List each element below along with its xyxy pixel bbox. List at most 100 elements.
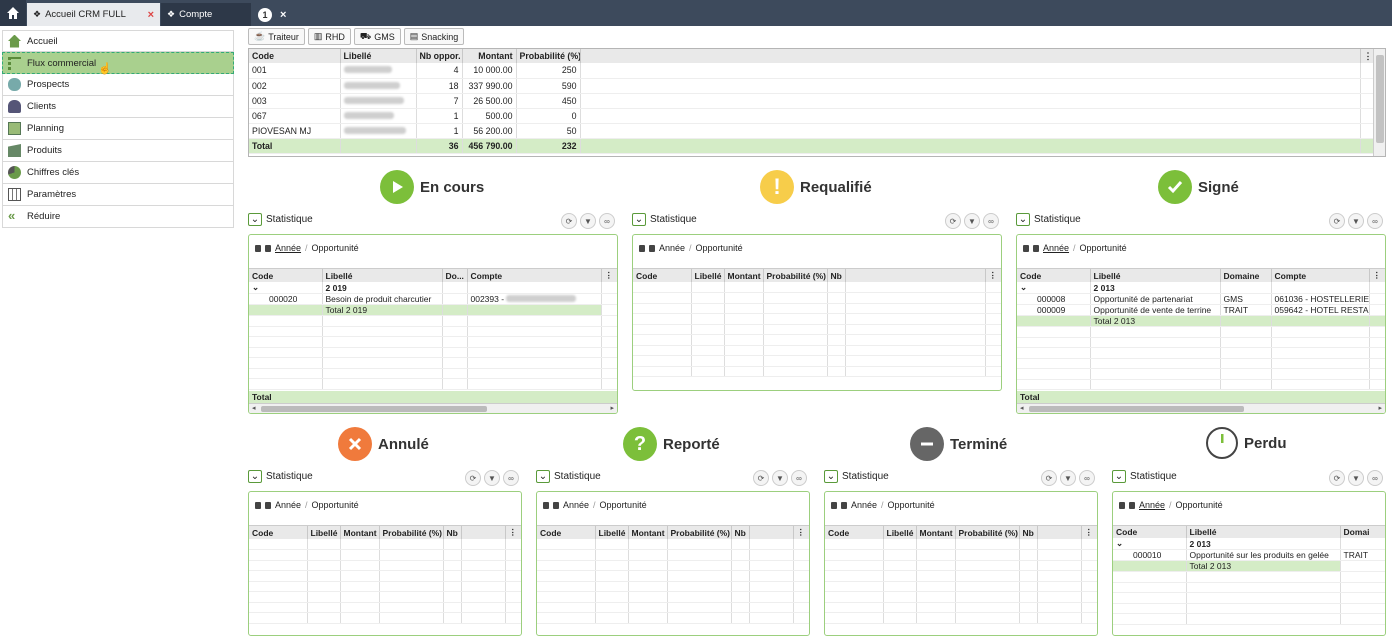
link-icon[interactable]: ∞: [1367, 213, 1383, 229]
column-menu-icon[interactable]: ⋮: [1081, 526, 1097, 539]
link-icon[interactable]: ∞: [1367, 470, 1383, 486]
close-all-icon[interactable]: ×: [280, 9, 286, 21]
group-row[interactable]: ⌄ 2 013: [1017, 282, 1385, 294]
col-montant[interactable]: Montant: [340, 526, 380, 539]
col-code[interactable]: Code: [537, 526, 596, 539]
col-libelle[interactable]: Libellé: [1186, 526, 1341, 538]
filter-icon[interactable]: ▼: [1060, 470, 1076, 486]
chevron-down-icon[interactable]: ⌄: [1017, 282, 1091, 294]
sidebar-item-clients[interactable]: Clients: [2, 96, 234, 118]
expand-icon[interactable]: [1119, 501, 1125, 509]
chevron-down-icon[interactable]: ⌄: [632, 213, 646, 226]
collapse-icon[interactable]: [649, 244, 655, 252]
col-domaine[interactable]: Do...: [442, 269, 468, 282]
horizontal-scrollbar[interactable]: ◂ ▸: [249, 403, 617, 413]
refresh-icon[interactable]: ⟳: [1329, 470, 1345, 486]
table-row[interactable]: PIOVESAN MJ 1 56 200.00 50: [249, 123, 1376, 139]
link-icon[interactable]: ∞: [503, 470, 519, 486]
close-tab-icon[interactable]: ×: [148, 9, 154, 21]
chevron-down-icon[interactable]: ⌄: [824, 470, 838, 483]
expand-icon[interactable]: [639, 244, 645, 252]
nav-opportunite[interactable]: Opportunité: [888, 500, 935, 510]
filter-gms-button[interactable]: ⛟ GMS: [353, 28, 401, 45]
col-code[interactable]: Code: [1017, 269, 1091, 282]
table-row[interactable]: 067 1 500.00 0: [249, 108, 1376, 124]
sidebar-item-chiffres-cles[interactable]: Chiffres clés: [2, 162, 234, 184]
link-icon[interactable]: ∞: [791, 470, 807, 486]
expand-icon[interactable]: [255, 501, 261, 509]
scroll-thumb[interactable]: [1376, 55, 1384, 143]
sidebar-item-planning[interactable]: Planning: [2, 118, 234, 140]
filter-icon[interactable]: ▼: [580, 213, 596, 229]
nav-opportunite[interactable]: Opportunité: [696, 243, 743, 253]
col-probabilite[interactable]: Probabilité (%): [763, 269, 828, 282]
col-montant[interactable]: Montant: [462, 49, 517, 63]
col-probabilite[interactable]: Probabilité (%): [955, 526, 1020, 539]
sidebar-item-prospects[interactable]: Prospects: [2, 74, 234, 96]
chevron-down-icon[interactable]: ⌄: [248, 213, 262, 226]
col-nb[interactable]: Nb: [731, 526, 750, 539]
chevron-down-icon[interactable]: ⌄: [536, 470, 550, 483]
col-domaine[interactable]: Domai: [1340, 526, 1385, 538]
table-row[interactable]: 001 4 10 000.00 250: [249, 63, 1376, 79]
filter-icon[interactable]: ▼: [772, 470, 788, 486]
column-menu-icon[interactable]: ⋮: [601, 269, 617, 282]
vertical-scrollbar[interactable]: [1373, 49, 1385, 156]
col-code[interactable]: Code: [249, 269, 323, 282]
filter-icon[interactable]: ▼: [964, 213, 980, 229]
collapse-icon[interactable]: [1033, 244, 1039, 252]
collapse-icon[interactable]: [553, 501, 559, 509]
chevron-down-icon[interactable]: ⌄: [248, 470, 262, 483]
column-menu-icon[interactable]: ⋮: [1369, 269, 1385, 282]
column-menu-icon[interactable]: ⋮: [985, 269, 1001, 282]
horizontal-scrollbar[interactable]: ◂ ▸: [1017, 403, 1385, 413]
col-code[interactable]: Code: [249, 49, 341, 63]
link-icon[interactable]: ∞: [599, 213, 615, 229]
link-icon[interactable]: ∞: [1079, 470, 1095, 486]
collapse-icon[interactable]: [1129, 501, 1135, 509]
nav-annee-link[interactable]: Année: [659, 243, 685, 253]
filter-icon[interactable]: ▼: [1348, 470, 1364, 486]
tab-accueil-crm[interactable]: ❖ Accueil CRM FULL ×: [27, 3, 160, 26]
column-menu-icon[interactable]: ⋮: [505, 526, 521, 539]
refresh-icon[interactable]: ⟳: [753, 470, 769, 486]
expand-icon[interactable]: [1023, 244, 1029, 252]
table-row[interactable]: 000009 Opportunité de vente de terrine TRA…: [1017, 304, 1385, 316]
table-row[interactable]: 002 18 337 990.00 590: [249, 78, 1376, 94]
col-libelle[interactable]: Libellé: [1090, 269, 1221, 282]
nav-annee-link[interactable]: Année: [1043, 243, 1069, 253]
col-libelle[interactable]: Libellé: [883, 526, 917, 539]
nav-annee-link[interactable]: Année: [275, 500, 301, 510]
filter-icon[interactable]: ▼: [484, 470, 500, 486]
collapse-icon[interactable]: [265, 244, 271, 252]
col-libelle[interactable]: Libellé: [691, 269, 725, 282]
filter-snacking-button[interactable]: ▤ Snacking: [403, 28, 465, 45]
col-libelle[interactable]: Libellé: [340, 49, 417, 63]
col-montant[interactable]: Montant: [628, 526, 668, 539]
nav-opportunite[interactable]: Opportunité: [1176, 500, 1223, 510]
col-montant[interactable]: Montant: [724, 269, 764, 282]
tab-compte[interactable]: ❖ Compte: [161, 3, 251, 26]
expand-icon[interactable]: [543, 501, 549, 509]
col-domaine[interactable]: Domaine: [1220, 269, 1272, 282]
table-row[interactable]: 000008 Opportunité de partenariat GMS 06103…: [1017, 293, 1385, 305]
col-compte[interactable]: Compte: [467, 269, 602, 282]
col-libelle[interactable]: Libellé: [307, 526, 341, 539]
sidebar-item-accueil[interactable]: Accueil: [2, 30, 234, 52]
filter-rhd-button[interactable]: ▥ RHD: [307, 28, 351, 45]
collapse-icon[interactable]: [841, 501, 847, 509]
refresh-icon[interactable]: ⟳: [945, 213, 961, 229]
col-libelle[interactable]: Libellé: [322, 269, 443, 282]
group-row[interactable]: ⌄ 2 019: [249, 282, 617, 294]
col-nb[interactable]: Nb: [1019, 526, 1038, 539]
col-code[interactable]: Code: [249, 526, 308, 539]
tab-counter[interactable]: 1 ×: [252, 3, 300, 26]
table-row[interactable]: 003 7 26 500.00 450: [249, 93, 1376, 109]
expand-icon[interactable]: [831, 501, 837, 509]
sidebar-item-flux-commercial[interactable]: Flux commercial ☝: [2, 52, 234, 75]
refresh-icon[interactable]: ⟳: [1041, 470, 1057, 486]
col-compte[interactable]: Compte: [1271, 269, 1370, 282]
chevron-down-icon[interactable]: ⌄: [1016, 213, 1030, 226]
filter-icon[interactable]: ▼: [1348, 213, 1364, 229]
link-icon[interactable]: ∞: [983, 213, 999, 229]
